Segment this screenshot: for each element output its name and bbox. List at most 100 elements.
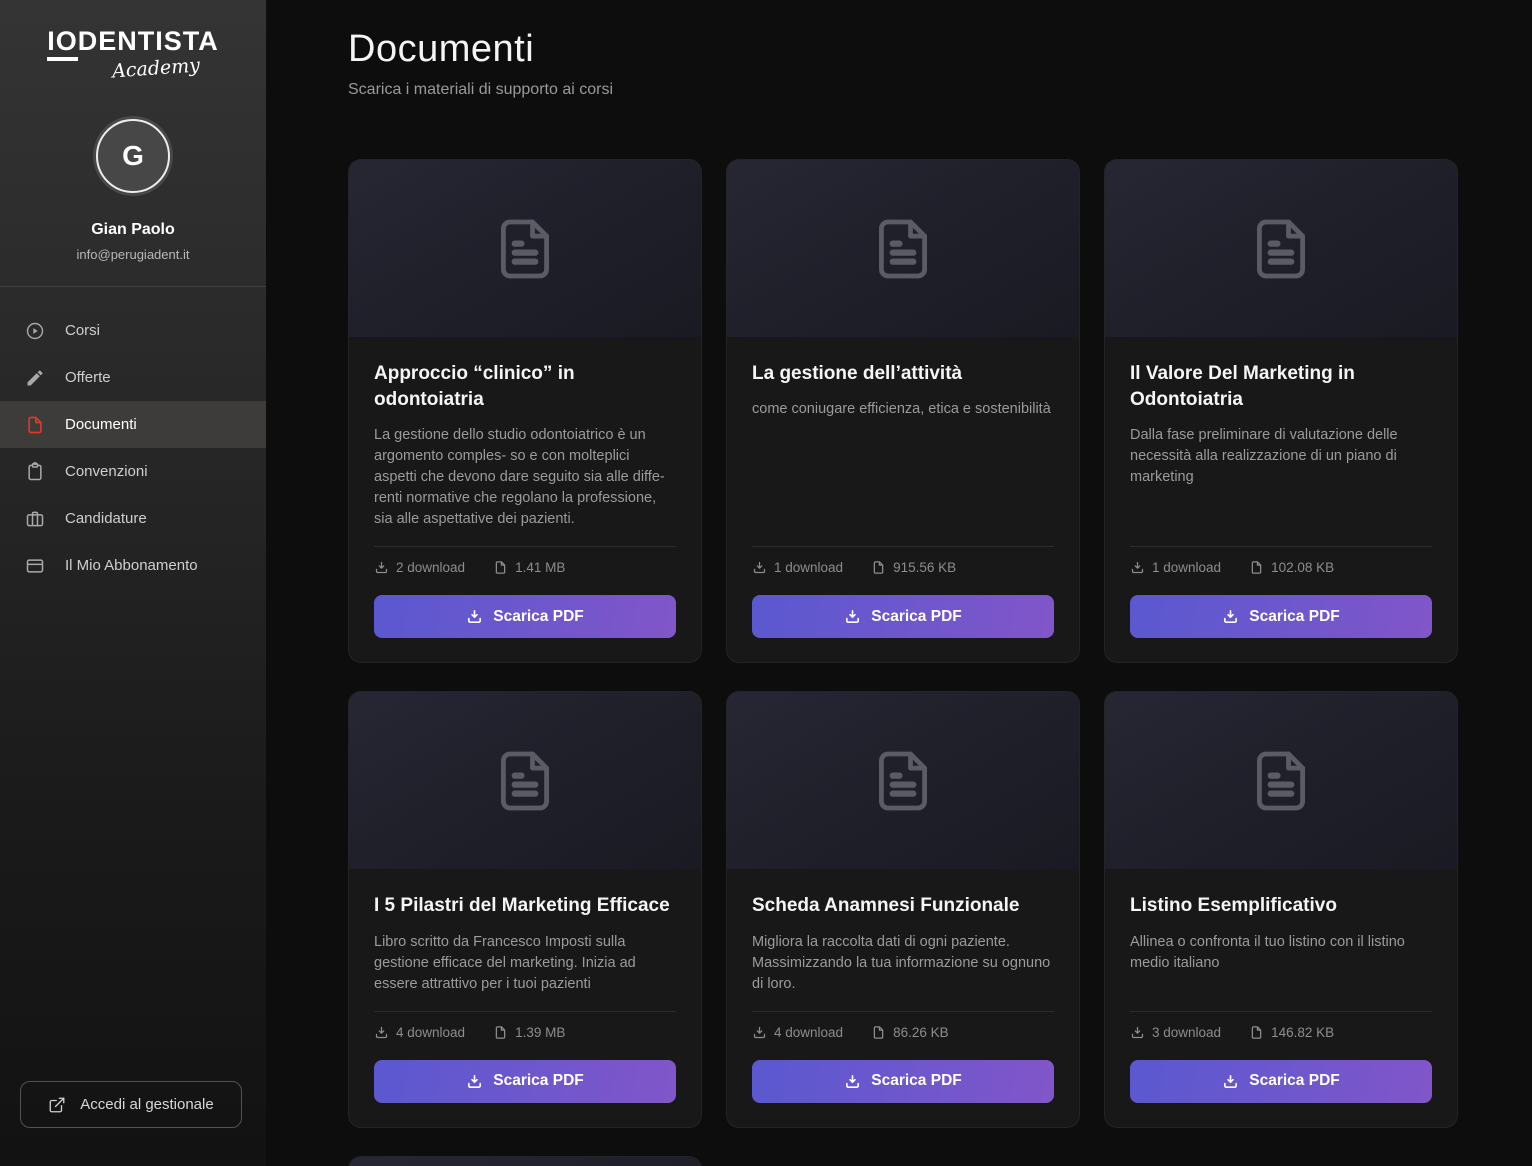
main-content: Documenti Scarica i materiali di support… <box>266 0 1532 1166</box>
briefcase-icon <box>25 509 45 529</box>
external-link-icon <box>48 1096 66 1114</box>
document-description: Dalla fase preliminare di valutazione de… <box>1130 425 1432 530</box>
card-divider <box>752 546 1054 547</box>
documents-grid: Approccio “clinico” in odontoiatria La g… <box>348 159 1458 1166</box>
document-stats: 1 download 102.08 KB <box>1130 560 1432 575</box>
document-card: I 5 Pilastri del Marketing Efficace Libr… <box>348 691 702 1127</box>
file-size: 915.56 KB <box>871 560 956 575</box>
file-icon <box>1249 1025 1264 1040</box>
download-count-label: 1 download <box>1152 560 1221 575</box>
sidebar-item-offerte[interactable]: Offerte <box>0 354 266 401</box>
scarica-pdf-label: Scarica PDF <box>493 1072 583 1090</box>
document-card-body: Scheda Anamnesi Funzionale Migliora la r… <box>727 869 1079 1126</box>
download-count-label: 2 download <box>396 560 465 575</box>
scarica-pdf-button[interactable]: Scarica PDF <box>374 595 676 638</box>
document-description: Allinea o confronta il tuo listino con i… <box>1130 932 1432 995</box>
scarica-pdf-button[interactable]: Scarica PDF <box>1130 595 1432 638</box>
file-size: 102.08 KB <box>1249 560 1334 575</box>
scarica-pdf-label: Scarica PDF <box>1249 1072 1339 1090</box>
document-card-body: La gestione dell’attività come coniugare… <box>727 337 1079 662</box>
file-size-label: 915.56 KB <box>893 560 956 575</box>
file-text-icon <box>489 745 561 817</box>
scarica-pdf-label: Scarica PDF <box>493 608 583 626</box>
clipboard-icon <box>25 462 45 482</box>
file-size-label: 102.08 KB <box>1271 560 1334 575</box>
user-email: info@perugiadent.it <box>0 247 266 262</box>
page-subtitle: Scarica i materiali di supporto ai corsi <box>348 81 1458 99</box>
logo-text: IODENTISTA <box>20 26 246 57</box>
document-thumbnail <box>349 160 701 337</box>
document-card-body: I 5 Pilastri del Marketing Efficace Libr… <box>349 869 701 1126</box>
download-icon <box>374 560 389 575</box>
document-description: Migliora la raccolta dati di ogni pazien… <box>752 932 1054 995</box>
scarica-pdf-label: Scarica PDF <box>871 608 961 626</box>
file-size: 1.41 MB <box>493 560 565 575</box>
file-size-label: 1.39 MB <box>515 1025 565 1040</box>
pen-icon <box>25 368 45 388</box>
file-text-icon <box>867 745 939 817</box>
file-text-icon <box>489 213 561 285</box>
download-count: 4 download <box>374 1025 465 1040</box>
play-circle-icon <box>25 321 45 341</box>
document-stats: 2 download 1.41 MB <box>374 560 676 575</box>
sidebar-spacer <box>0 589 266 1081</box>
document-description: Libro scritto da Francesco Imposti sulla… <box>374 932 676 995</box>
document-title: Listino Esemplificativo <box>1130 893 1432 919</box>
sidebar-divider <box>0 286 266 287</box>
sidebar: IODENTISTA Academy G Gian Paolo info@per… <box>0 0 266 1166</box>
app-logo: IODENTISTA Academy <box>0 0 266 81</box>
sidebar-item-candidature[interactable]: Candidature <box>0 495 266 542</box>
download-icon <box>466 1073 483 1090</box>
sidebar-item-label: Il Mio Abbonamento <box>65 557 198 574</box>
download-count-label: 3 download <box>1152 1025 1221 1040</box>
download-icon <box>374 1025 389 1040</box>
document-title: Scheda Anamnesi Funzionale <box>752 893 1054 919</box>
file-size-label: 146.82 KB <box>1271 1025 1334 1040</box>
document-stats: 4 download 86.26 KB <box>752 1025 1054 1040</box>
accedi-gestionale-button[interactable]: Accedi al gestionale <box>20 1081 242 1128</box>
download-count-label: 4 download <box>774 1025 843 1040</box>
sidebar-nav: Corsi Offerte Documenti Convenzioni Cand… <box>0 307 266 589</box>
scarica-pdf-button[interactable]: Scarica PDF <box>374 1060 676 1103</box>
document-stats: 4 download 1.39 MB <box>374 1025 676 1040</box>
scarica-pdf-button[interactable]: Scarica PDF <box>752 1060 1054 1103</box>
document-stats: 3 download 146.82 KB <box>1130 1025 1432 1040</box>
scarica-pdf-button[interactable]: Scarica PDF <box>1130 1060 1432 1103</box>
sidebar-item-abbonamento[interactable]: Il Mio Abbonamento <box>0 542 266 589</box>
file-text-icon <box>1245 213 1317 285</box>
document-card: Il Valore Del Marketing in Odontoiatria … <box>1104 159 1458 663</box>
download-count: 3 download <box>1130 1025 1221 1040</box>
card-divider <box>374 546 676 547</box>
download-count-label: 1 download <box>774 560 843 575</box>
document-thumbnail <box>727 692 1079 869</box>
scarica-pdf-label: Scarica PDF <box>871 1072 961 1090</box>
scarica-pdf-label: Scarica PDF <box>1249 608 1339 626</box>
download-count: 1 download <box>1130 560 1221 575</box>
page-title: Documenti <box>348 28 1458 71</box>
logo-dentista: DENTISTA <box>78 26 219 56</box>
card-divider <box>752 1011 1054 1012</box>
document-card: Approccio “clinico” in odontoiatria La g… <box>348 159 702 663</box>
sidebar-item-corsi[interactable]: Corsi <box>0 307 266 354</box>
sidebar-item-documenti[interactable]: Documenti <box>0 401 266 448</box>
document-card-body: Approccio “clinico” in odontoiatria La g… <box>349 337 701 662</box>
card-divider <box>374 1011 676 1012</box>
sidebar-item-label: Convenzioni <box>65 463 148 480</box>
document-card-partial <box>348 1156 702 1166</box>
sidebar-item-convenzioni[interactable]: Convenzioni <box>0 448 266 495</box>
file-size: 1.39 MB <box>493 1025 565 1040</box>
sidebar-item-label: Offerte <box>65 369 111 386</box>
file-size-label: 1.41 MB <box>515 560 565 575</box>
download-icon <box>752 1025 767 1040</box>
avatar-initial: G <box>122 140 144 172</box>
download-icon <box>844 608 861 625</box>
download-icon <box>752 560 767 575</box>
file-icon <box>871 1025 886 1040</box>
credit-card-icon <box>25 556 45 576</box>
scarica-pdf-button[interactable]: Scarica PDF <box>752 595 1054 638</box>
download-icon <box>1130 1025 1145 1040</box>
download-icon <box>1222 1073 1239 1090</box>
document-description: come coniugare efficienza, etica e soste… <box>752 399 1054 530</box>
document-card-body: Listino Esemplificativo Allinea o confro… <box>1105 869 1457 1126</box>
download-count: 2 download <box>374 560 465 575</box>
